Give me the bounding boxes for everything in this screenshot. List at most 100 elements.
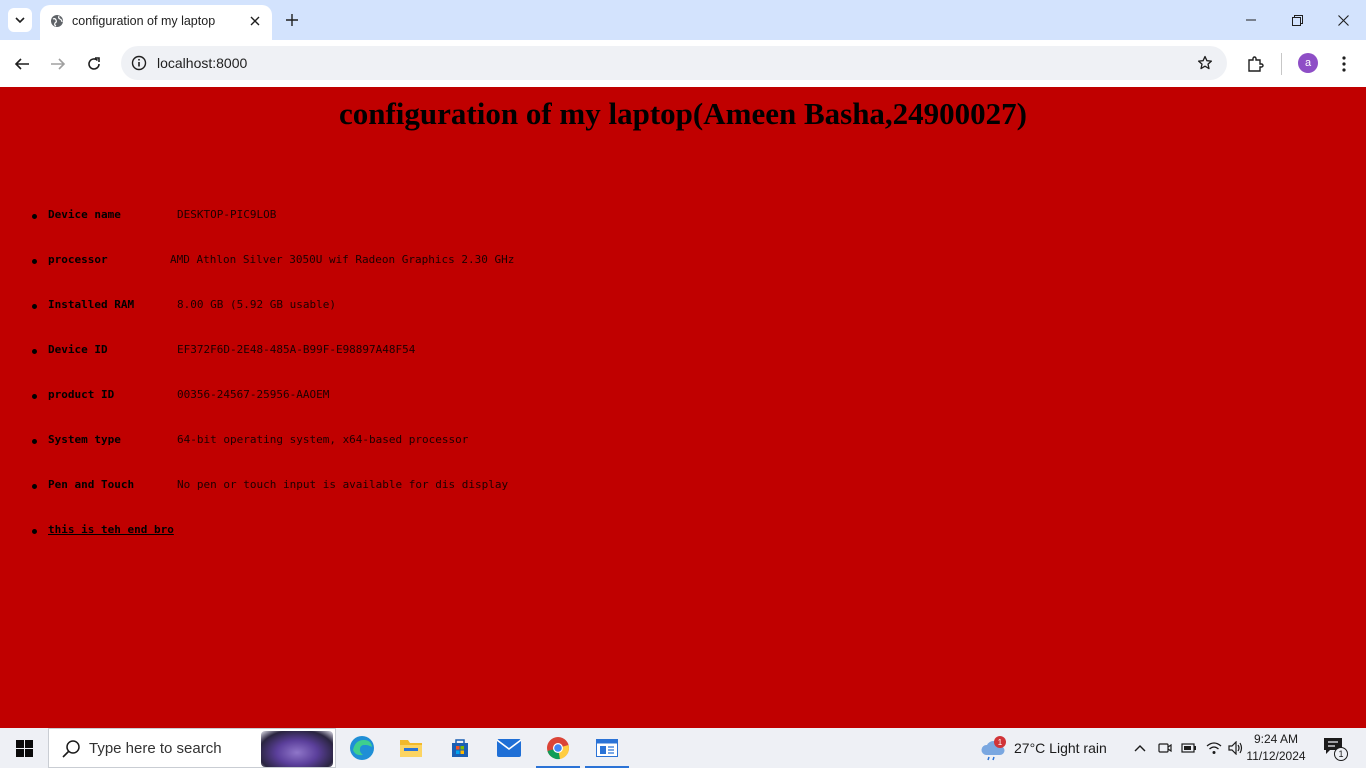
address-bar[interactable]: localhost:8000: [121, 46, 1227, 80]
active-tab[interactable]: configuration of my laptop: [40, 5, 272, 40]
list-item: System type 64-bit operating system, x64…: [0, 433, 1366, 478]
list-item: Device ID EF372F6D-2E48-485A-B99F-E98897…: [0, 343, 1366, 388]
battery-icon: [1181, 743, 1196, 753]
weather-text: 27°C Light rain: [1014, 740, 1107, 756]
item-label: Device name: [48, 208, 121, 221]
bullet: [32, 214, 37, 219]
minimize-icon: [1246, 19, 1256, 21]
end-link[interactable]: this is teh end bro: [48, 523, 174, 536]
arrow-right-icon: [51, 58, 66, 70]
tab-close-button[interactable]: [246, 12, 264, 30]
bullet: [32, 484, 37, 489]
browser-menu-button[interactable]: [1334, 52, 1354, 76]
list-item: Pen and Touch No pen or touch input is a…: [0, 478, 1366, 523]
chrome-icon: [547, 737, 569, 760]
item-value: 64-bit operating system, x64-based proce…: [177, 433, 469, 446]
search-icon: [62, 740, 80, 758]
list-item: Device name DESKTOP-PIC9LOB: [0, 208, 1366, 253]
start-button[interactable]: [0, 728, 48, 768]
item-value: EF372F6D-2E48-485A-B99F-E98897A48F54: [177, 343, 416, 356]
chevron-up-icon: [1134, 745, 1146, 752]
taskbar-app-mail[interactable]: [485, 728, 533, 768]
forward-button[interactable]: [44, 50, 72, 78]
tab-title: configuration of my laptop: [72, 14, 216, 28]
clock-time: 9:24 AM: [1253, 732, 1299, 746]
info-icon: [131, 55, 147, 71]
wifi-icon: [1206, 742, 1222, 754]
taskbar-app-store[interactable]: [436, 728, 484, 768]
globe-icon: [51, 15, 63, 27]
close-window-button[interactable]: [1320, 0, 1366, 40]
item-label: processor: [48, 253, 108, 266]
config-list: Device name DESKTOP-PIC9LOB processor AM…: [0, 208, 1366, 568]
chevron-down-icon: [15, 17, 25, 24]
window-icon: [596, 739, 618, 757]
show-hidden-icons-button[interactable]: [1130, 738, 1150, 758]
close-icon: [250, 16, 260, 26]
item-value: 8.00 GB (5.92 GB usable): [177, 298, 336, 311]
windows-logo-icon: [15, 739, 33, 757]
search-placeholder: Type here to search: [89, 740, 222, 757]
restore-button[interactable]: [1274, 0, 1320, 40]
minimize-button[interactable]: [1228, 0, 1274, 40]
bullet: [32, 259, 37, 264]
bullet: [32, 529, 37, 534]
close-icon: [1337, 14, 1349, 26]
item-value: DESKTOP-PIC9LOB: [177, 208, 277, 221]
reload-button[interactable]: [80, 50, 108, 78]
item-label: product ID: [48, 388, 115, 401]
item-value: No pen or touch input is available for d…: [177, 478, 509, 491]
store-icon: [452, 739, 468, 757]
folder-icon: [400, 740, 422, 757]
taskbar: Type here to search 1 27°C Light rain 9:…: [0, 728, 1366, 768]
profile-avatar[interactable]: a: [1298, 53, 1318, 73]
taskbar-search-box[interactable]: Type here to search: [48, 728, 336, 768]
reload-icon: [88, 57, 100, 70]
item-label: System type: [48, 433, 121, 446]
bookmark-button[interactable]: [1195, 53, 1215, 73]
meet-now-button[interactable]: [1155, 738, 1175, 758]
new-tab-button[interactable]: [281, 9, 303, 31]
bullet: [32, 394, 37, 399]
item-label: Installed RAM: [48, 298, 135, 311]
more-vertical-icon: [1342, 56, 1346, 72]
bullet: [32, 439, 37, 444]
item-label: Device ID: [48, 343, 108, 356]
clock-date: 11/12/2024: [1246, 749, 1306, 763]
network-button[interactable]: [1204, 738, 1224, 758]
tab-search-button[interactable]: [8, 8, 32, 32]
puzzle-icon: [1248, 56, 1264, 72]
page-title: configuration of my laptop(Ameen Basha,2…: [338, 96, 1028, 131]
weather-widget[interactable]: 1 27°C Light rain: [980, 728, 1107, 768]
item-label: Pen and Touch: [48, 478, 135, 491]
taskbar-app-browser-window[interactable]: [583, 728, 631, 768]
list-item: product ID 00356-24567-25956-AAOEM: [0, 388, 1366, 433]
taskbar-app-chrome[interactable]: [534, 728, 582, 768]
taskbar-app-file-explorer[interactable]: [387, 728, 435, 768]
notification-center-button[interactable]: 1: [1322, 736, 1348, 762]
restore-icon: [1291, 14, 1303, 26]
edge-icon: [350, 736, 374, 760]
clock[interactable]: 9:24 AM 11/12/2024: [1240, 731, 1312, 765]
url-text[interactable]: localhost:8000: [157, 55, 247, 71]
star-icon: [1197, 55, 1213, 70]
list-item: this is teh end bro: [0, 523, 1366, 568]
browser-toolbar: localhost:8000 a: [0, 40, 1366, 87]
rain-cloud-icon: 1: [980, 735, 1006, 761]
toolbar-divider: [1281, 53, 1282, 75]
bullet: [32, 349, 37, 354]
back-button[interactable]: [8, 50, 36, 78]
item-value: AMD Athlon Silver 3050U wif Radeon Graph…: [170, 253, 515, 266]
plus-icon: [286, 14, 298, 26]
site-info-button[interactable]: [129, 53, 149, 73]
list-item: processor AMD Athlon Silver 3050U wif Ra…: [0, 253, 1366, 298]
notification-count-badge: 1: [1334, 747, 1348, 761]
taskbar-app-edge[interactable]: [338, 728, 386, 768]
bullet: [32, 304, 37, 309]
search-highlight-image[interactable]: [261, 731, 333, 767]
extensions-button[interactable]: [1243, 52, 1267, 76]
mail-icon: [497, 739, 521, 757]
item-value: 00356-24567-25956-AAOEM: [177, 388, 330, 401]
battery-button[interactable]: [1179, 738, 1199, 758]
arrow-left-icon: [14, 58, 29, 70]
